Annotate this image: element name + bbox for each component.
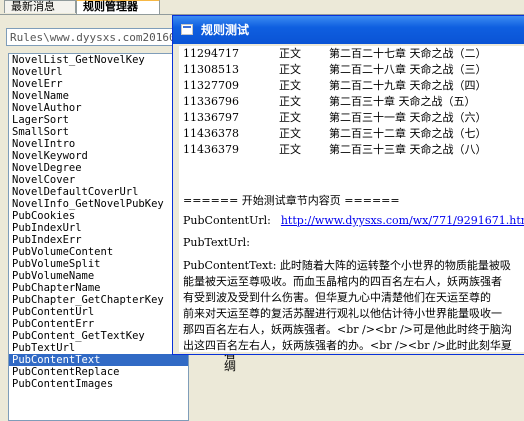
rule-item[interactable]: NovelUrl xyxy=(9,66,188,78)
content-line: 出这四百名左右人，妖两族强者的办。<br /><br />此时此刻华夏 xyxy=(183,338,524,352)
rule-list[interactable]: NovelList_GetNovelKey NovelUrl NovelErr Nov… xyxy=(8,53,189,421)
tab-bar: 最新消息 规则管理器 xyxy=(0,0,524,15)
test-section-header: ====== 开始测试章节内容页 ====== xyxy=(183,194,400,207)
rule-item[interactable]: PubChapterName xyxy=(9,282,188,294)
content-url-label: PubContentUrl: xyxy=(183,214,271,227)
rule-item[interactable]: PubContentErr xyxy=(9,318,188,330)
window-icon xyxy=(181,24,193,35)
content-line: 有受到波及受到什么伤害。但华夏九心中清楚他们在天运至尊的 xyxy=(183,290,524,306)
rule-item[interactable]: LagerSort xyxy=(9,114,188,126)
rule-item[interactable]: PubContent_GetTextKey xyxy=(9,330,188,342)
content-text-label: PubContentText: xyxy=(183,259,280,272)
chapter-type: 正文 xyxy=(279,127,301,140)
content-line: 能量被天运至尊吸收。而血玉晶棺内的四百名左右人，妖两族强者 xyxy=(183,274,524,290)
content-line-text: 前来对天运至尊的复活苏醒进行观礼以他估计待小世界能量吸收一 xyxy=(183,307,502,320)
rule-item[interactable]: PubCookies xyxy=(9,210,188,222)
chapter-name: 第二百二十七章 天命之战（二） xyxy=(329,47,487,60)
text-url-label: PubTextUrl: xyxy=(183,236,250,249)
rule-item[interactable]: NovelList_GetNovelKey xyxy=(9,54,188,66)
rule-item[interactable]: PubVolumeSplit xyxy=(9,258,188,270)
chapter-type: 正文 xyxy=(279,95,301,108)
rule-item[interactable]: PubContentUrl xyxy=(9,306,188,318)
chapter-id: 11336796 xyxy=(183,95,239,108)
content-text-block: PubContentText: 此时随着大阵的运转整个小世界的物质能量被吸 能量被… xyxy=(183,258,524,352)
rule-item[interactable]: PubIndexUrl xyxy=(9,222,188,234)
rule-item[interactable]: NovelDefaultCoverUrl xyxy=(9,186,188,198)
content-url-link[interactable]: http://www.dyysxs.com/wx/771/9291671.htm… xyxy=(281,214,524,227)
chapter-name: 第二百三十三章 天命之战（八） xyxy=(329,143,487,156)
content-line-text: 有受到波及受到什么伤害。但华夏九心中清楚他们在天运至尊的 xyxy=(183,291,491,304)
test-output[interactable]: 11294717 正文 第二百二十七章 天命之战（二） 11308513 正文 第二百二十… xyxy=(179,46,524,352)
preview-line: 绸 xyxy=(224,359,237,373)
chapter-id: 11436379 xyxy=(183,143,239,156)
chapter-name: 第二百三十章 天命之战（五） xyxy=(329,95,476,108)
rule-item[interactable]: PubContentReplace xyxy=(9,366,188,378)
rule-item[interactable]: NovelAuthor xyxy=(9,102,188,114)
rule-item[interactable]: PubVolumeContent xyxy=(9,246,188,258)
rule-test-dialog: 规则测试 11294717 正文 第二百二十七章 天命之战（二） 11308513 正文… xyxy=(172,15,524,355)
rule-item[interactable]: PubIndexErr xyxy=(9,234,188,246)
rule-item[interactable]: PubContentText xyxy=(9,354,188,366)
chapter-id: 11336797 xyxy=(183,111,239,124)
content-line: 前来对天运至尊的复活苏醒进行观礼以他估计待小世界能量吸收一 xyxy=(183,306,524,322)
rule-item[interactable]: NovelIntro xyxy=(9,138,188,150)
dialog-title-bar[interactable]: 规则测试 xyxy=(173,16,524,44)
chapter-type: 正文 xyxy=(279,47,301,60)
chapter-type: 正文 xyxy=(279,111,301,124)
chapter-name: 第二百三十二章 天命之战（七） xyxy=(329,127,487,140)
chapter-name: 第二百二十八章 天命之战（三） xyxy=(329,63,487,76)
chapter-id: 11294717 xyxy=(183,47,239,60)
content-line-text: 那四百名左右人，妖两族强者。<br /><br />可是他此时终于脑沟 xyxy=(183,323,512,336)
rule-item[interactable]: PubTextUrl xyxy=(9,342,188,354)
chapter-id: 11436378 xyxy=(183,127,239,140)
chapter-name: 第二百三十一章 天命之战（六） xyxy=(329,111,487,124)
content-line-text: 能量被天运至尊吸收。而血玉晶棺内的四百名左右人，妖两族强者 xyxy=(183,275,502,288)
chapter-type: 正文 xyxy=(279,143,301,156)
rule-item[interactable]: NovelDegree xyxy=(9,162,188,174)
rule-item[interactable]: NovelKeyword xyxy=(9,150,188,162)
rule-item[interactable]: PubContentImages xyxy=(9,378,188,390)
rule-item[interactable]: SmallSort xyxy=(9,126,188,138)
rule-item[interactable]: NovelCover xyxy=(9,174,188,186)
chapter-type: 正文 xyxy=(279,79,301,92)
chapter-id: 11327709 xyxy=(183,79,239,92)
rule-item[interactable]: NovelName xyxy=(9,90,188,102)
chapter-id: 11308513 xyxy=(183,63,239,76)
content-url-line: PubContentUrl: http://www.dyysxs.com/wx/7… xyxy=(183,214,524,227)
tab-latest-news[interactable]: 最新消息 xyxy=(4,0,76,13)
content-line: 那四百名左右人，妖两族强者。<br /><br />可是他此时终于脑沟 xyxy=(183,322,524,338)
rule-item[interactable]: PubVolumeName xyxy=(9,270,188,282)
rule-item[interactable]: PubChapter_GetChapterKey xyxy=(9,294,188,306)
chapter-name: 第二百二十九章 天命之战（四） xyxy=(329,79,487,92)
rule-path-field[interactable]: Rules\www.dyysxs.com2016042 xyxy=(6,28,182,46)
dialog-title: 规则测试 xyxy=(201,23,250,37)
content-line-text: 此时随着大阵的运转整个小世界的物质能量被吸 xyxy=(279,259,511,272)
rule-item[interactable]: NovelErr xyxy=(9,78,188,90)
content-line: PubContentText: 此时随着大阵的运转整个小世界的物质能量被吸 xyxy=(183,258,524,274)
rule-item[interactable]: NovelInfo_GetNovelPubKey xyxy=(9,198,188,210)
content-line-text: 出这四百名左右人，妖两族强者的办。<br /><br />此时此刻华夏 xyxy=(183,339,512,352)
tab-rule-manager[interactable]: 规则管理器 xyxy=(76,0,160,14)
chapter-type: 正文 xyxy=(279,63,301,76)
